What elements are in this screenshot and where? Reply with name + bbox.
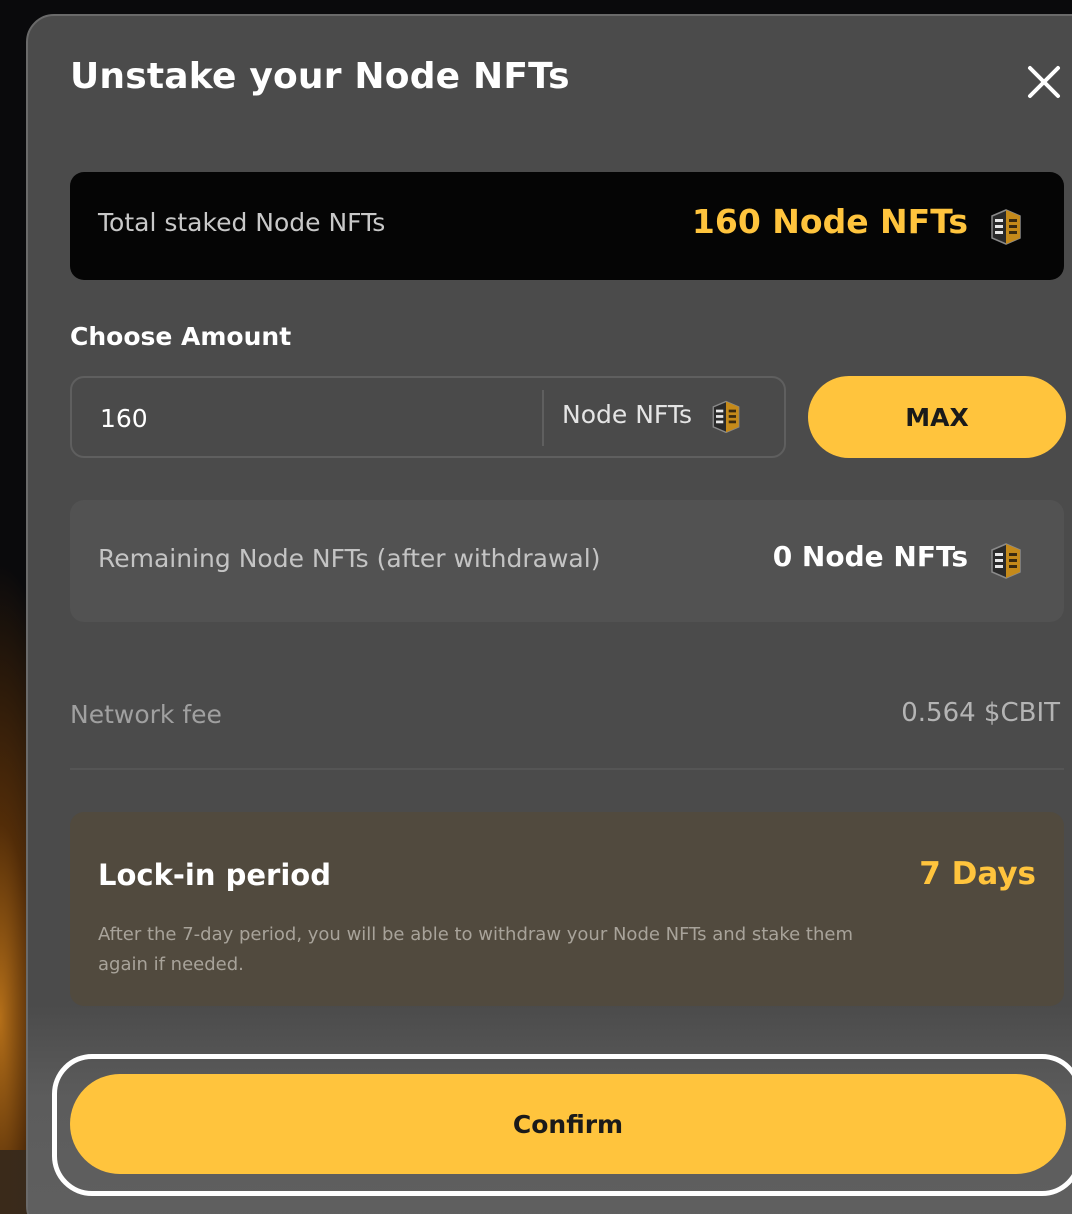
modal-title: Unstake your Node NFTs xyxy=(70,56,570,97)
choose-amount-label: Choose Amount xyxy=(70,322,292,351)
remaining-box: Remaining Node NFTs (after withdrawal) 0… xyxy=(70,500,1064,622)
remaining-label: Remaining Node NFTs (after withdrawal) xyxy=(98,544,601,573)
total-staked-value: 160 Node NFTs xyxy=(691,202,968,241)
close-button[interactable] xyxy=(1024,62,1064,102)
lock-in-period-box: Lock-in period 7 Days After the 7-day pe… xyxy=(70,812,1064,1006)
fee-divider xyxy=(70,768,1064,770)
confirm-button[interactable]: Confirm xyxy=(70,1074,1066,1174)
node-nft-icon xyxy=(991,543,1021,579)
max-button[interactable]: MAX xyxy=(808,376,1066,458)
close-icon xyxy=(1028,66,1060,98)
lock-in-description: After the 7-day period, you will be able… xyxy=(98,924,853,975)
lock-in-title: Lock-in period xyxy=(98,858,331,892)
network-fee-value: 0.564 $CBIT xyxy=(901,698,1060,728)
total-staked-box: Total staked Node NFTs 160 Node NFTs xyxy=(70,172,1064,280)
network-fee-label: Network fee xyxy=(70,700,222,729)
amount-input[interactable] xyxy=(98,396,522,440)
input-divider xyxy=(542,390,544,446)
remaining-value: 0 Node NFTs xyxy=(772,540,968,573)
node-nft-icon xyxy=(712,400,740,434)
unstake-modal: Unstake your Node NFTs Total staked Node… xyxy=(26,14,1072,1214)
lock-in-value: 7 Days xyxy=(919,856,1036,892)
amount-unit-label: Node NFTs xyxy=(562,400,692,429)
node-nft-icon xyxy=(991,209,1021,245)
amount-field: Node NFTs xyxy=(70,376,786,458)
total-staked-label: Total staked Node NFTs xyxy=(98,208,386,237)
